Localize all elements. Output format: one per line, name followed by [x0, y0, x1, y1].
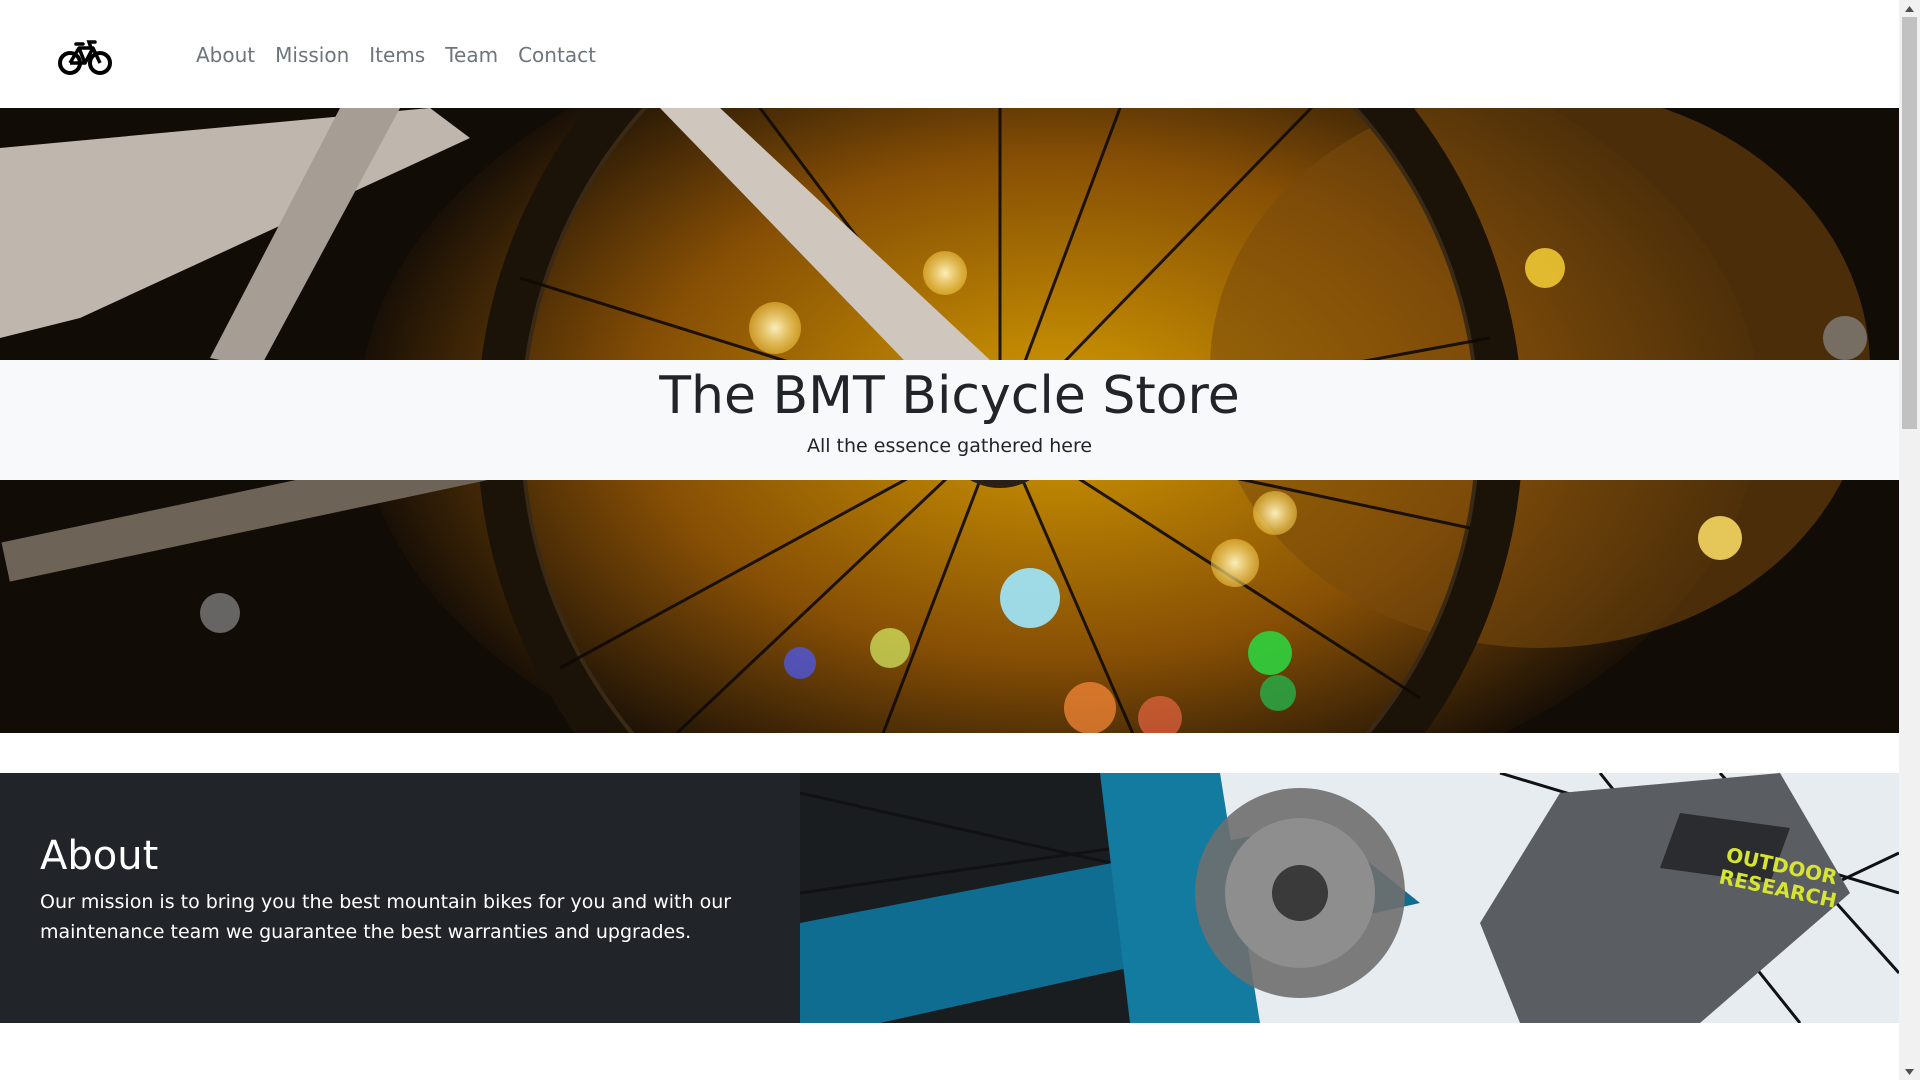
arrow-up-icon [1905, 5, 1914, 12]
nav-links: About Mission Items Team Contact [196, 40, 596, 70]
nav-link-about[interactable]: About [196, 40, 255, 70]
about-section: About Our mission is to bring you the be… [0, 773, 1899, 1023]
browser-viewport: About Mission Items Team Contact The BMT… [0, 0, 1920, 1080]
arrow-down-icon [1905, 1068, 1914, 1075]
about-image: OUTDOOR RESEARCH [800, 773, 1899, 1023]
nav-link-contact[interactable]: Contact [518, 40, 596, 70]
scroll-down-button[interactable] [1899, 1063, 1920, 1080]
bicycle-icon [58, 40, 112, 75]
hero-title: The BMT Bicycle Store [659, 366, 1240, 426]
hero-subtitle: All the essence gathered here [806, 435, 1093, 457]
hero-section: The BMT Bicycle Store All the essence ga… [0, 108, 1899, 733]
about-heading: About [40, 833, 159, 879]
scroll-up-button[interactable] [1899, 0, 1920, 17]
page-scrollbar[interactable] [1899, 0, 1920, 1080]
scroll-thumb[interactable] [1902, 17, 1917, 429]
about-text-panel: About Our mission is to bring you the be… [0, 773, 800, 1023]
about-body: Our mission is to bring you the best mou… [40, 891, 732, 943]
brand-logo[interactable] [58, 38, 112, 76]
navbar: About Mission Items Team Contact [0, 0, 1899, 108]
nav-link-items[interactable]: Items [369, 40, 425, 70]
nav-link-mission[interactable]: Mission [275, 40, 349, 70]
about-bike-photo: OUTDOOR RESEARCH [800, 773, 1899, 1023]
page: About Mission Items Team Contact The BMT… [0, 0, 1899, 1080]
hero-title-band: The BMT Bicycle Store All the essence ga… [0, 360, 1899, 480]
nav-link-team[interactable]: Team [445, 40, 498, 70]
